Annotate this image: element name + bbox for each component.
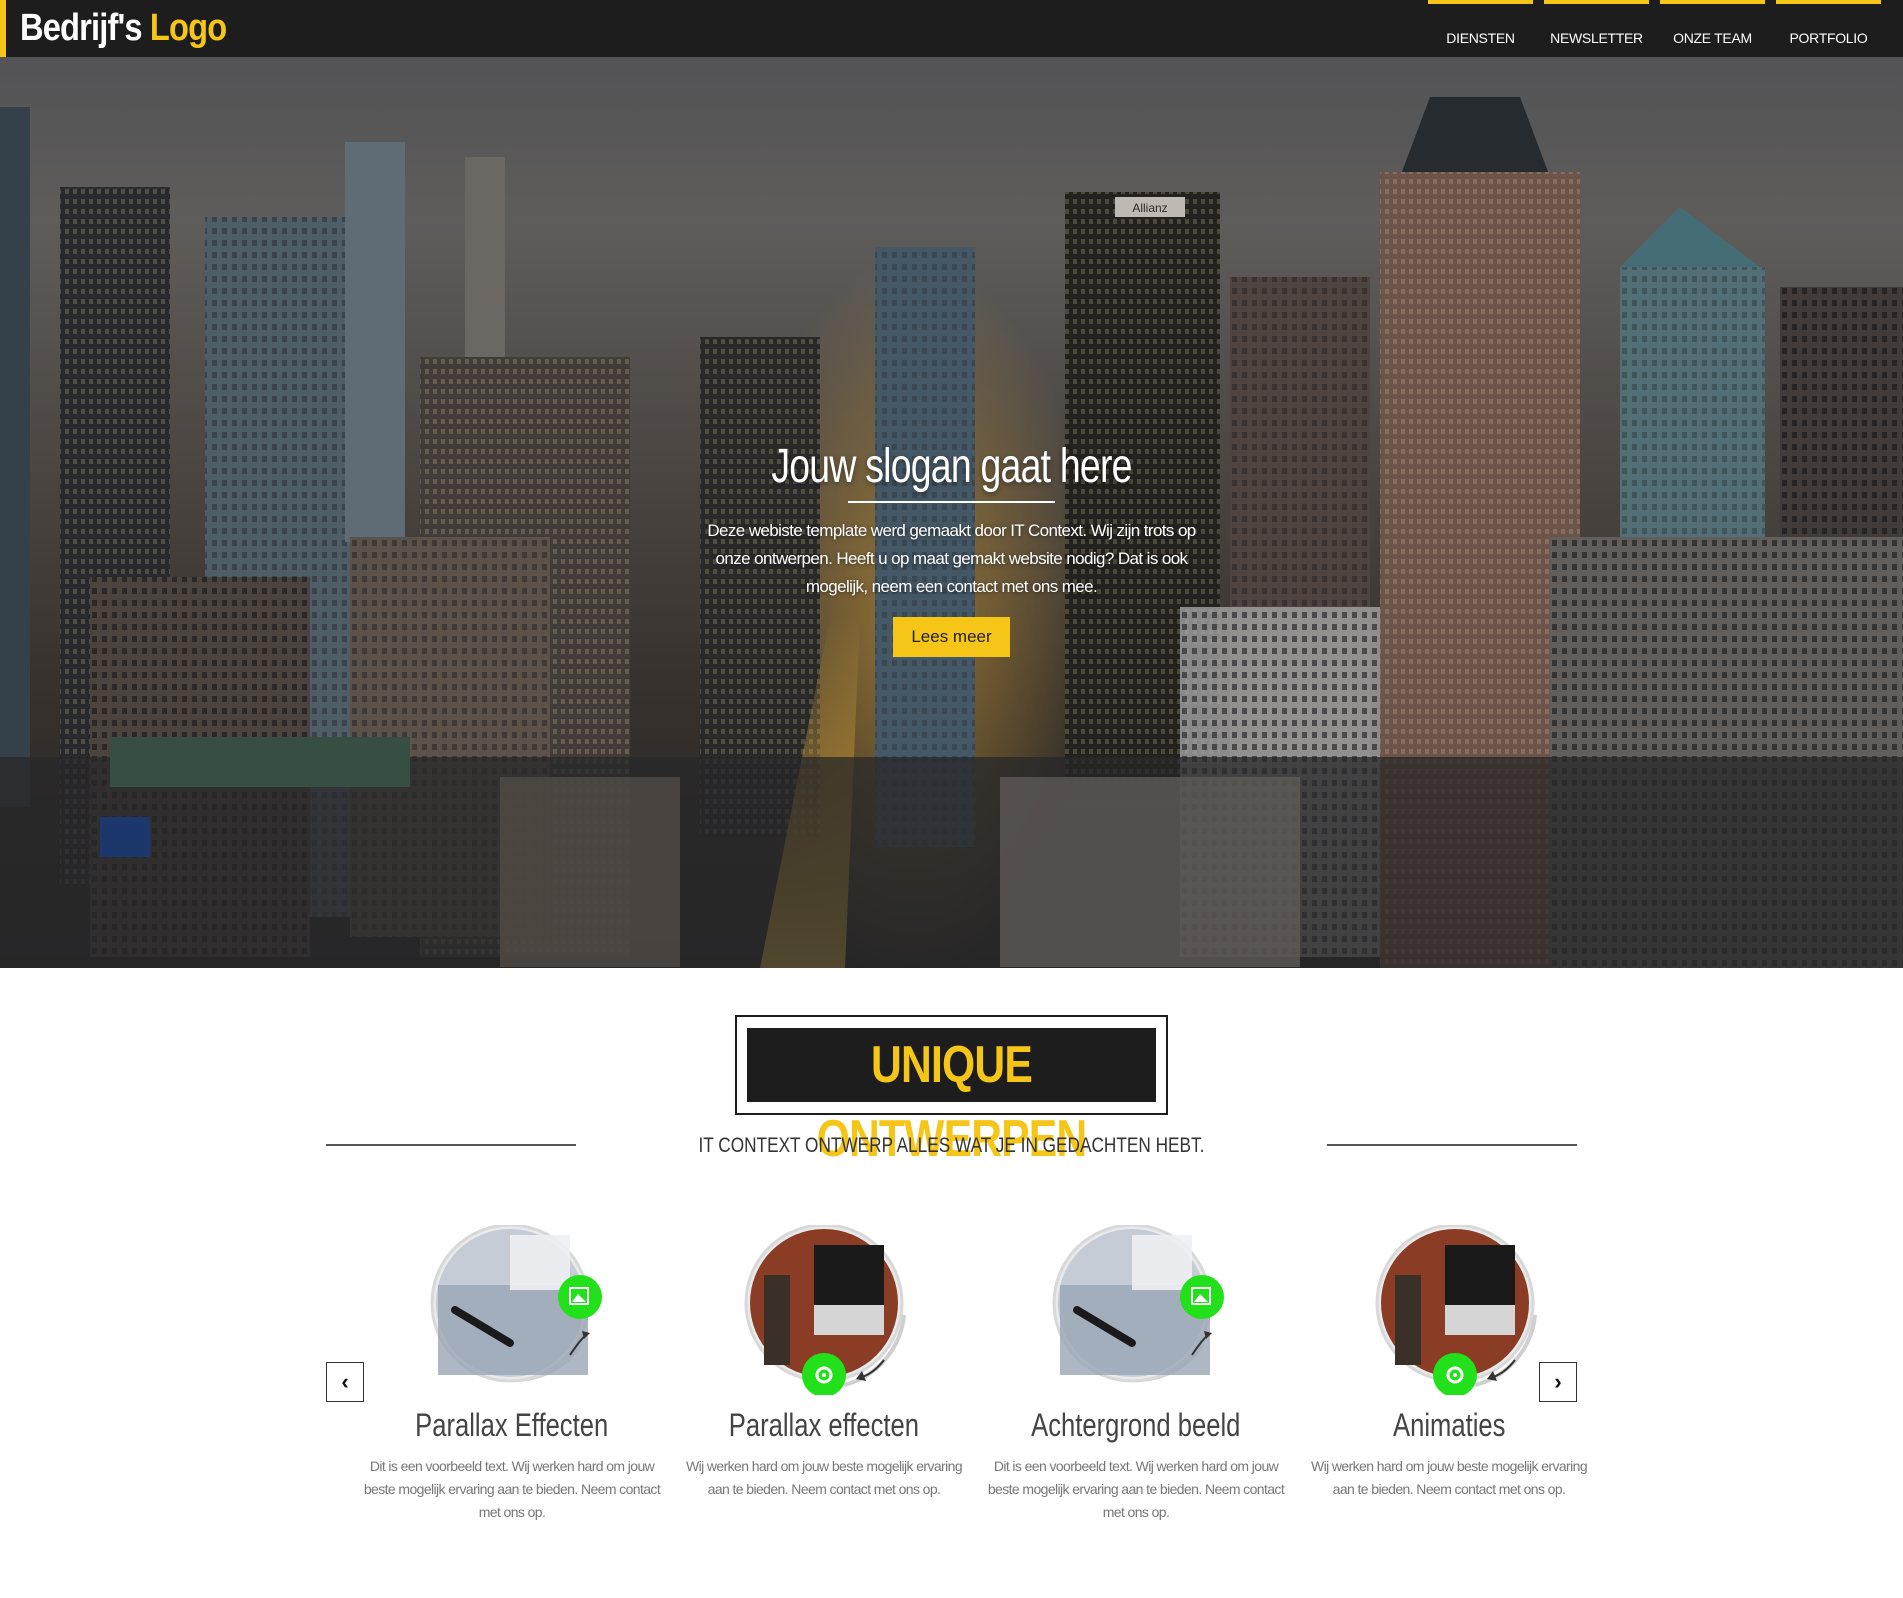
feature-card-text: Wij werken hard om jouw beste mogelijk e… — [685, 1458, 963, 1497]
top-navbar: Bedrijf's Logo DIENSTEN NEWSLETTER ONZE … — [0, 0, 1903, 57]
hero-slogan: Jouw slogan gaat here — [771, 440, 1132, 493]
feature-card-title-text: Achtergrond beeld — [1031, 1407, 1241, 1443]
carousel-prev-button[interactable]: ‹ — [326, 1362, 364, 1402]
feature-card-title: Achtergrond beeld — [986, 1405, 1286, 1445]
logo-suffix: Logo — [149, 7, 227, 49]
nav-item-portfolio[interactable]: PORTFOLIO — [1776, 0, 1881, 57]
slogan-underline — [848, 501, 1055, 503]
hero-overlay — [0, 57, 1903, 968]
feature-card-text: Wij werken hard om jouw beste mogelijk e… — [1310, 1458, 1588, 1497]
feature-card-title-text: Parallax effecten — [728, 1407, 920, 1443]
hero-banner: Allianz Jouw slogan gaat here Deze webis… — [0, 57, 1903, 968]
laptop-brick-image — [1375, 1225, 1537, 1395]
nav-item-diensten[interactable]: DIENSTEN — [1428, 0, 1533, 57]
logo-prefix: Bedrijf's — [20, 7, 143, 49]
brand-logo[interactable]: Bedrijf's Logo — [20, 6, 227, 50]
feature-card-title: Animaties — [1299, 1405, 1599, 1445]
section-badge: UNIQUE ONTWERPEN — [735, 1015, 1168, 1168]
feature-card-text: Dit is een voorbeeld text. Wij werken ha… — [987, 1458, 1285, 1520]
feature-card-title-text: Animaties — [1392, 1407, 1506, 1443]
section-badge-label: UNIQUE ONTWERPEN — [747, 1028, 1156, 1168]
hero-description: Deze webiste template werd gemaakt door … — [707, 521, 1196, 596]
desk-pen-image — [430, 1225, 602, 1383]
laptop-brick-image — [744, 1225, 906, 1395]
nav-item-onze-team[interactable]: ONZE TEAM — [1660, 0, 1765, 57]
lees-meer-button[interactable]: Lees meer — [893, 617, 1010, 657]
section-subtitle-text: IT CONTEXT ONTWERP ALLES WAT JE IN GEDAC… — [698, 1134, 1205, 1157]
feature-card-title: Parallax Effecten — [362, 1405, 662, 1445]
feature-card-title: Parallax effecten — [674, 1405, 974, 1445]
desk-pen-image — [1052, 1225, 1224, 1383]
main-nav: DIENSTEN NEWSLETTER ONZE TEAM PORTFOLIO — [1417, 0, 1903, 57]
feature-card-text: Dit is een voorbeeld text. Wij werken ha… — [363, 1458, 661, 1520]
nav-item-newsletter[interactable]: NEWSLETTER — [1544, 0, 1649, 57]
feature-card-title-text: Parallax Effecten — [415, 1407, 609, 1443]
section-subtitle: IT CONTEXT ONTWERP ALLES WAT JE IN GEDAC… — [0, 1133, 1903, 1159]
